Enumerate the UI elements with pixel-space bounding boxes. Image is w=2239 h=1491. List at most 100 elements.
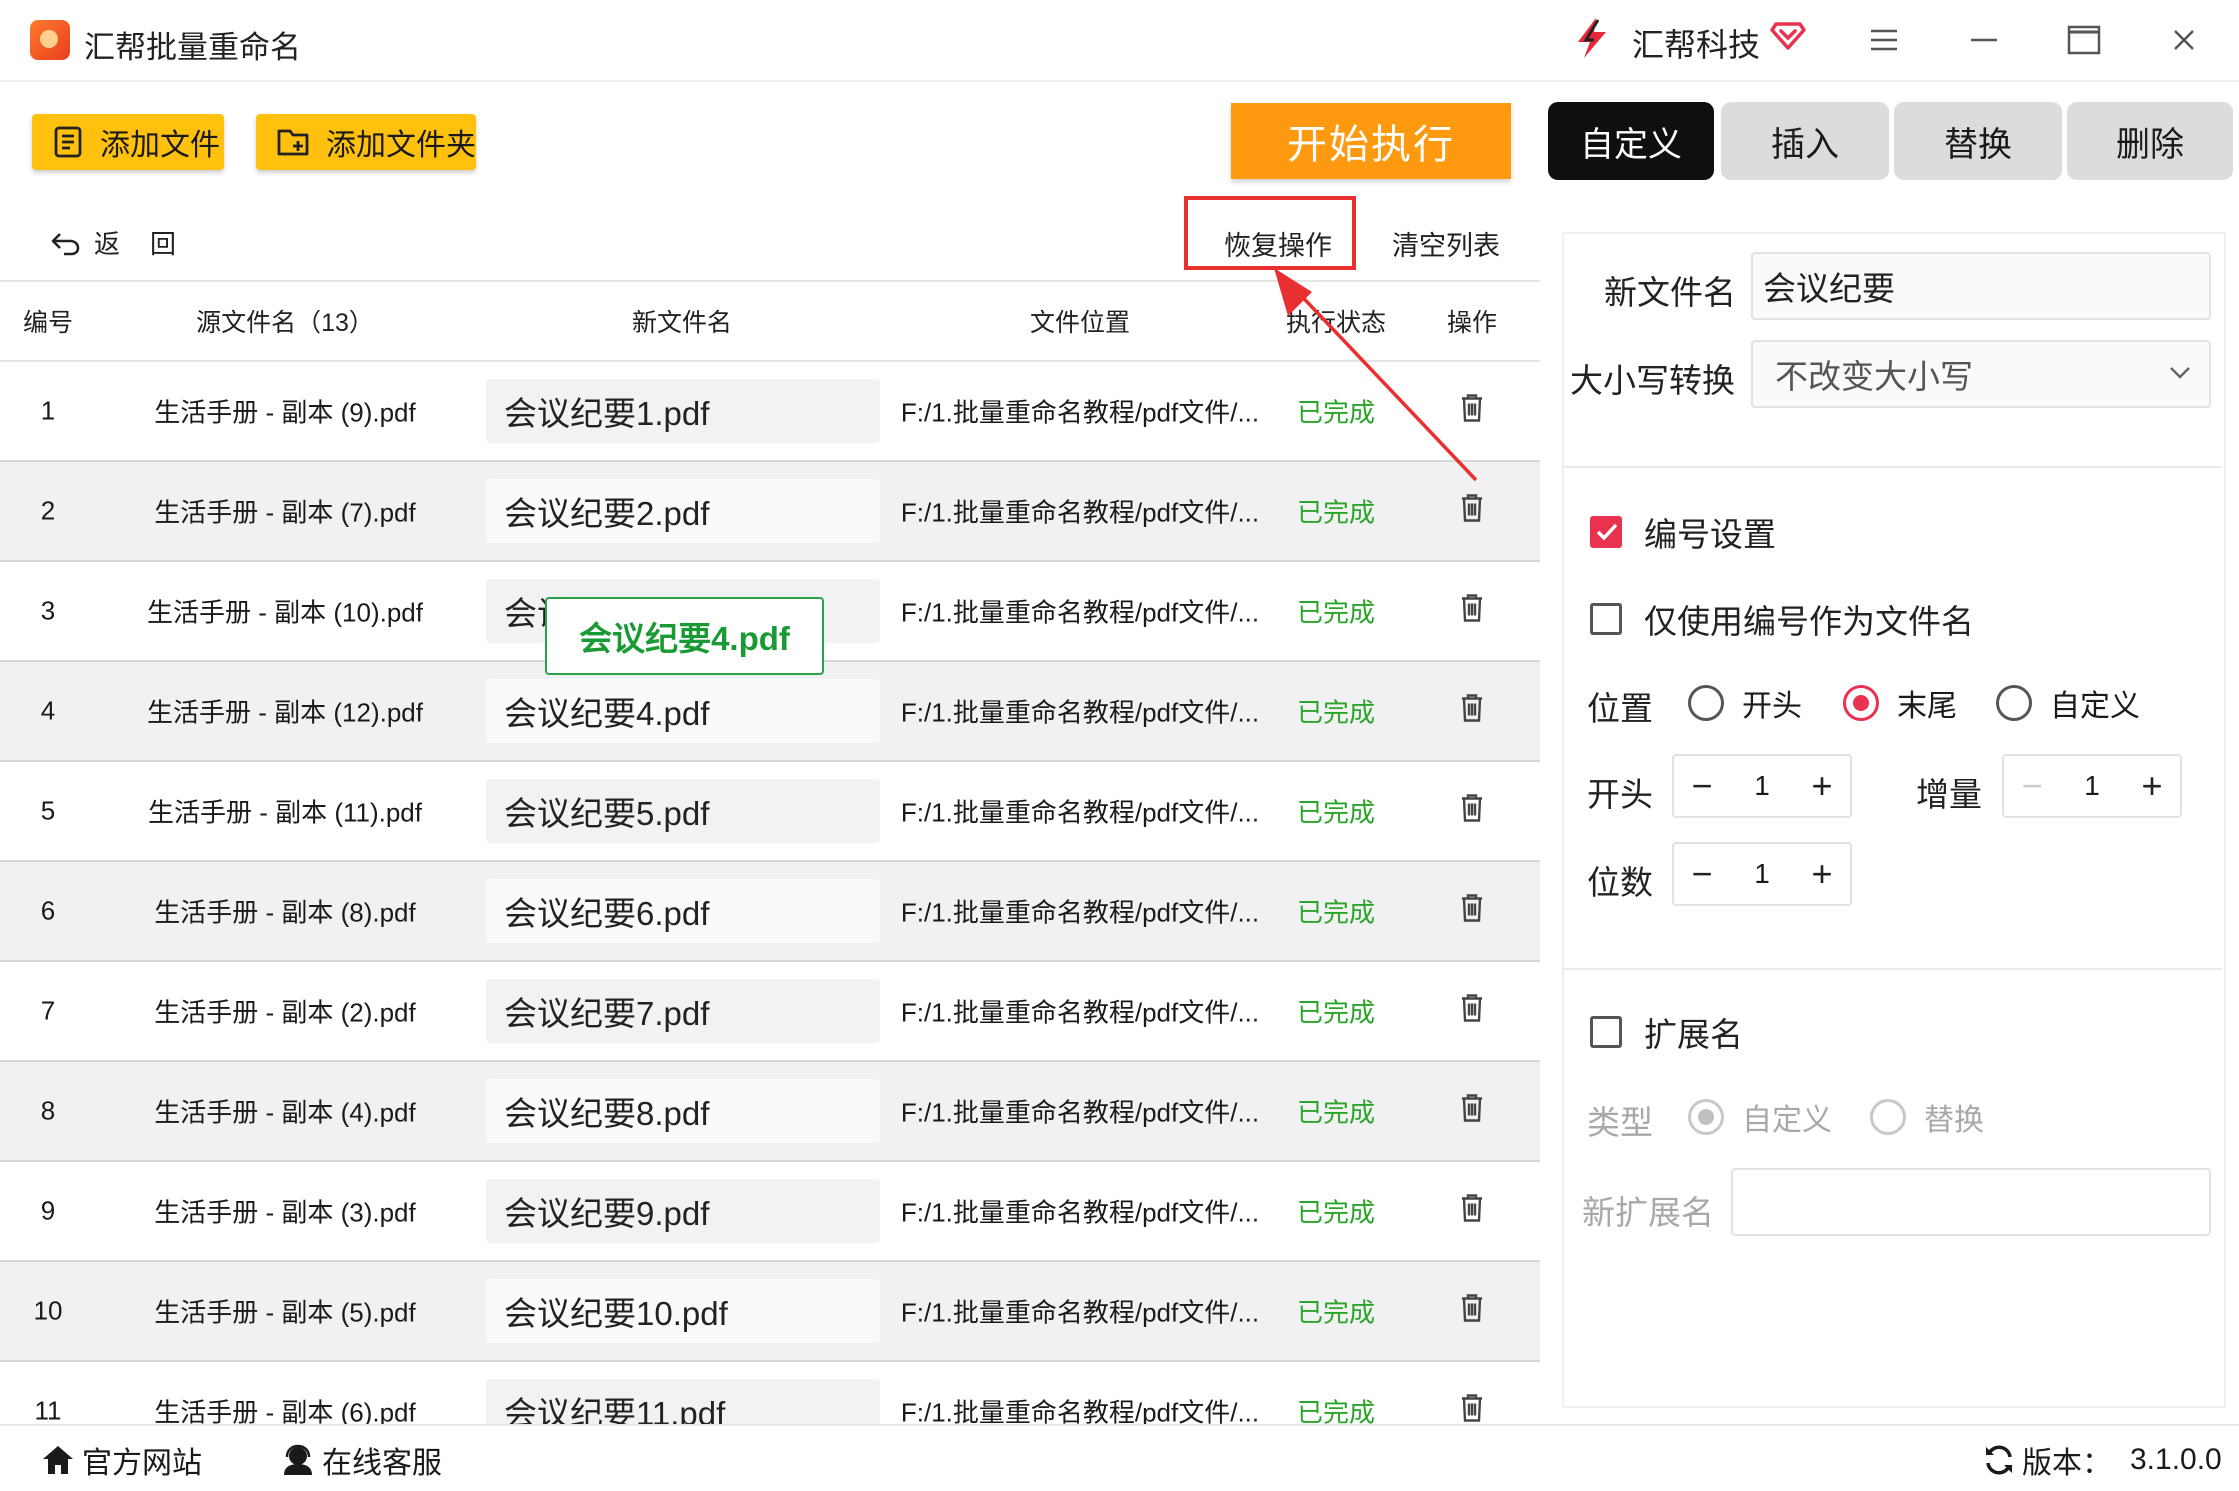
table-row[interactable]: 5 生活手册 - 副本 (11).pdf 会议纪要5.pdf F:/1.批量重命名教程… [0,762,1540,862]
close-button[interactable] [2154,14,2214,66]
row-number: 3 [40,595,56,626]
trash-icon[interactable] [1459,793,1485,830]
new-name-input[interactable]: 会议纪要 [1751,252,2211,320]
digits-value[interactable]: 1 [1730,858,1794,890]
support-headset-icon [284,1444,312,1475]
row-source-name: 生活手册 - 副本 (11).pdf [147,797,423,828]
increment-value[interactable]: 1 [2060,770,2124,802]
trash-icon[interactable] [1459,693,1485,730]
row-new-name-field[interactable]: 会议纪要5.pdf [486,779,880,843]
row-location: F:/1.批量重命名教程/pdf文件/... [900,397,1260,428]
add-folder-button[interactable]: 添加文件夹 [256,114,476,170]
row-new-name-field[interactable]: 会议纪要6.pdf [486,879,880,943]
only-number-check-box [1590,603,1622,635]
trash-icon[interactable] [1459,893,1485,930]
brand-name: 汇帮科技 [1632,27,1761,63]
row-new-name-field[interactable]: 会议纪要10.pdf [486,1279,880,1343]
start-value[interactable]: 1 [1730,770,1794,802]
table-row[interactable]: 10 生活手册 - 副本 (5).pdf 会议纪要10.pdf F:/1.批量重命名教… [0,1262,1540,1362]
minimize-button[interactable] [1954,14,2014,66]
back-button[interactable]: 返 回 [50,224,178,261]
row-status: 已完成 [1296,1297,1376,1328]
trash-icon[interactable] [1459,993,1485,1030]
row-location: F:/1.批量重命名教程/pdf文件/... [900,1297,1260,1328]
digits-decrement-button[interactable]: − [1674,853,1730,895]
drag-ghost-label: 会议纪要4.pdf [545,597,824,675]
menu-icon[interactable] [1854,14,1914,66]
row-new-name-field[interactable]: 会议纪要2.pdf [486,479,880,543]
website-link[interactable]: 官方网站 [40,1438,202,1482]
table-row[interactable]: 4 生活手册 - 副本 (12).pdf 会议纪要4.pdf F:/1.批量重命名教程… [0,662,1540,762]
table-row[interactable]: 9 生活手册 - 副本 (3).pdf 会议纪要9.pdf F:/1.批量重命名教程/… [0,1162,1540,1262]
row-number: 5 [40,795,56,826]
position-custom-radio[interactable]: 自定义 [1996,681,2140,725]
position-start-label: 开头 [1742,690,1802,723]
position-start-radio[interactable]: 开头 [1688,681,1802,725]
header-location: 文件位置 [1029,309,1131,337]
clear-list-button[interactable]: 清空列表 [1392,224,1500,263]
trash-icon[interactable] [1459,1293,1485,1330]
row-number: 10 [33,1295,63,1326]
trash-icon[interactable] [1459,493,1485,530]
row-source-name: 生活手册 - 副本 (3).pdf [154,1197,416,1228]
extension-checkbox[interactable]: 扩展名 [1590,1008,1743,1056]
position-label: 位置 [1587,690,1653,727]
file-list-icon [54,126,82,158]
row-new-name-field[interactable]: 会议纪要8.pdf [486,1079,880,1143]
digits-increment-button[interactable]: + [1794,853,1850,895]
row-source-name: 生活手册 - 副本 (5).pdf [154,1297,416,1328]
position-end-radio[interactable]: 末尾 [1843,681,1957,725]
case-select[interactable]: 不改变大小写 [1751,340,2211,408]
only-number-checkbox[interactable]: 仅使用编号作为文件名 [1590,595,1974,643]
tab-custom[interactable]: 自定义 [1548,102,1714,180]
digits-stepper: − 1 + [1672,842,1852,906]
numbering-checkbox[interactable]: 编号设置 [1590,508,1776,556]
trash-icon[interactable] [1459,1093,1485,1130]
row-source-name: 生活手册 - 副本 (6).pdf [154,1397,416,1427]
app-logo-icon [30,20,70,60]
add-file-button[interactable]: 添加文件 [32,114,224,170]
table-row[interactable]: 11 生活手册 - 副本 (6).pdf 会议纪要11.pdf F:/1.批量重命名教… [0,1362,1540,1426]
start-button[interactable]: 开始执行 [1231,103,1511,179]
increment-increment-button[interactable]: + [2124,765,2180,807]
row-new-name-field[interactable]: 会议纪要1.pdf [486,379,880,443]
extension-label: 扩展名 [1644,1016,1743,1053]
tab-replace[interactable]: 替换 [1894,102,2062,180]
increment-decrement-button[interactable]: − [2004,765,2060,807]
new-extension-input[interactable] [1731,1168,2211,1236]
radio-circle-selected [1688,1099,1724,1135]
row-number: 2 [40,495,56,526]
type-replace-radio[interactable]: 替换 [1870,1095,1984,1139]
start-increment-button[interactable]: + [1794,765,1850,807]
trash-icon[interactable] [1459,1393,1485,1427]
digits-label: 位数 [1587,864,1653,901]
type-custom-radio[interactable]: 自定义 [1688,1095,1832,1139]
table-row[interactable]: 6 生活手册 - 副本 (8).pdf 会议纪要6.pdf F:/1.批量重命名教程/… [0,862,1540,962]
support-link[interactable]: 在线客服 [280,1438,442,1482]
checkmark-icon [1596,523,1618,541]
row-location: F:/1.批量重命名教程/pdf文件/... [900,1397,1260,1427]
chevron-down-icon [2170,367,2190,379]
row-new-name-field[interactable]: 会议纪要4.pdf [486,679,880,743]
version-info[interactable]: 版本： 3.1.0.0 [1982,1438,2222,1482]
row-new-name-field[interactable]: 会议纪要7.pdf [486,979,880,1043]
row-new-name-field[interactable]: 会议纪要9.pdf [486,1179,880,1243]
new-extension-label: 新扩展名 [1582,1194,1714,1231]
trash-icon[interactable] [1459,1193,1485,1230]
tab-delete[interactable]: 删除 [2067,102,2233,180]
trash-icon[interactable] [1459,593,1485,630]
row-location: F:/1.批量重命名教程/pdf文件/... [900,497,1260,528]
increment-label: 增量 [1916,776,1982,813]
row-source-name: 生活手册 - 副本 (2).pdf [154,997,416,1028]
folder-add-icon [277,129,309,156]
row-new-name-field[interactable]: 会议纪要11.pdf [486,1379,880,1426]
row-location: F:/1.批量重命名教程/pdf文件/... [900,897,1260,928]
row-number: 1 [40,395,56,426]
table-row[interactable]: 7 生活手册 - 副本 (2).pdf 会议纪要7.pdf F:/1.批量重命名教程/… [0,962,1540,1062]
vip-diamond-icon[interactable] [1770,16,1806,52]
app-title: 汇帮批量重命名 [84,30,301,65]
table-row[interactable]: 8 生活手册 - 副本 (4).pdf 会议纪要8.pdf F:/1.批量重命名教程/… [0,1062,1540,1162]
tab-insert[interactable]: 插入 [1721,102,1889,180]
start-decrement-button[interactable]: − [1674,765,1730,807]
maximize-button[interactable] [2054,14,2114,66]
